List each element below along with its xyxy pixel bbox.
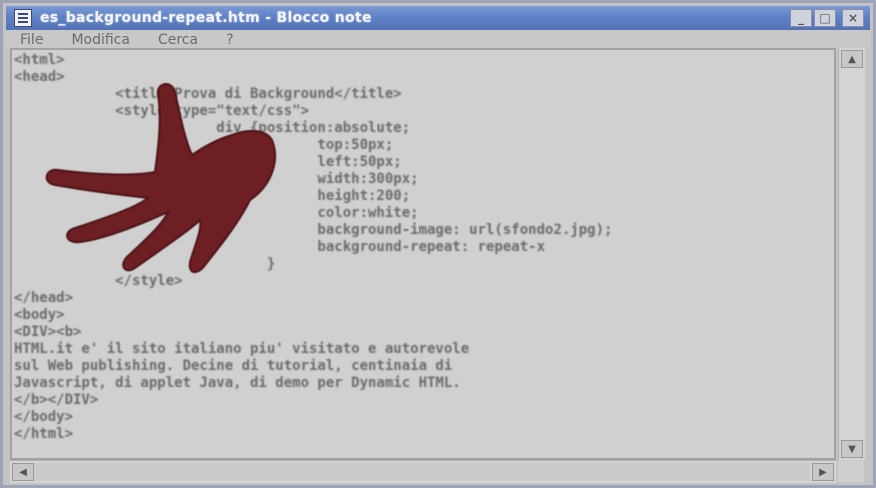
arrow-up-icon[interactable]: ▲ bbox=[841, 50, 863, 68]
notepad-icon[interactable] bbox=[14, 9, 32, 27]
code-line: <DIV><b> bbox=[14, 324, 82, 340]
menu-cerca[interactable]: Cerca bbox=[144, 32, 212, 48]
hand-cursor-icon bbox=[45, 83, 276, 274]
menu-bar: File Modifica Cerca ? bbox=[6, 30, 870, 50]
arrow-down-icon[interactable]: ▼ bbox=[841, 440, 863, 458]
horizontal-scrollbar[interactable]: ◀ ▶ bbox=[10, 460, 836, 483]
title-bar[interactable]: es_background-repeat.htm - Blocco note _… bbox=[6, 6, 870, 30]
maximize-button[interactable]: □ bbox=[814, 9, 836, 27]
code-line: </head> bbox=[14, 290, 74, 306]
code-line: <body> bbox=[14, 307, 65, 323]
code-line: </body> bbox=[14, 409, 74, 425]
code-line: <html> bbox=[14, 52, 65, 68]
window-title: es_background-repeat.htm - Blocco note bbox=[40, 10, 372, 26]
horizontal-scroll-thumb[interactable] bbox=[34, 463, 810, 481]
code-line: </b></DIV> bbox=[14, 392, 99, 408]
code-line: sul Web publishing. Decine di tutorial, … bbox=[14, 358, 453, 374]
close-button[interactable]: × bbox=[842, 9, 864, 27]
hand-shape bbox=[45, 83, 276, 274]
resize-grip[interactable] bbox=[838, 460, 864, 482]
vertical-scrollbar[interactable]: ▲ ▼ bbox=[838, 48, 865, 460]
menu-file[interactable]: File bbox=[6, 32, 57, 48]
minimize-button[interactable]: _ bbox=[790, 9, 812, 27]
arrow-left-icon[interactable]: ◀ bbox=[12, 463, 34, 481]
arrow-right-icon[interactable]: ▶ bbox=[812, 463, 834, 481]
code-line: Javascript, di applet Java, di demo per … bbox=[14, 375, 461, 391]
code-line: HTML.it e' il sito italiano piu' visitat… bbox=[14, 341, 470, 357]
code-line: </html> bbox=[14, 426, 74, 442]
menu-modifica[interactable]: Modifica bbox=[57, 32, 144, 48]
window-controls: _ □ × bbox=[790, 9, 864, 27]
menu-help[interactable]: ? bbox=[212, 32, 247, 48]
